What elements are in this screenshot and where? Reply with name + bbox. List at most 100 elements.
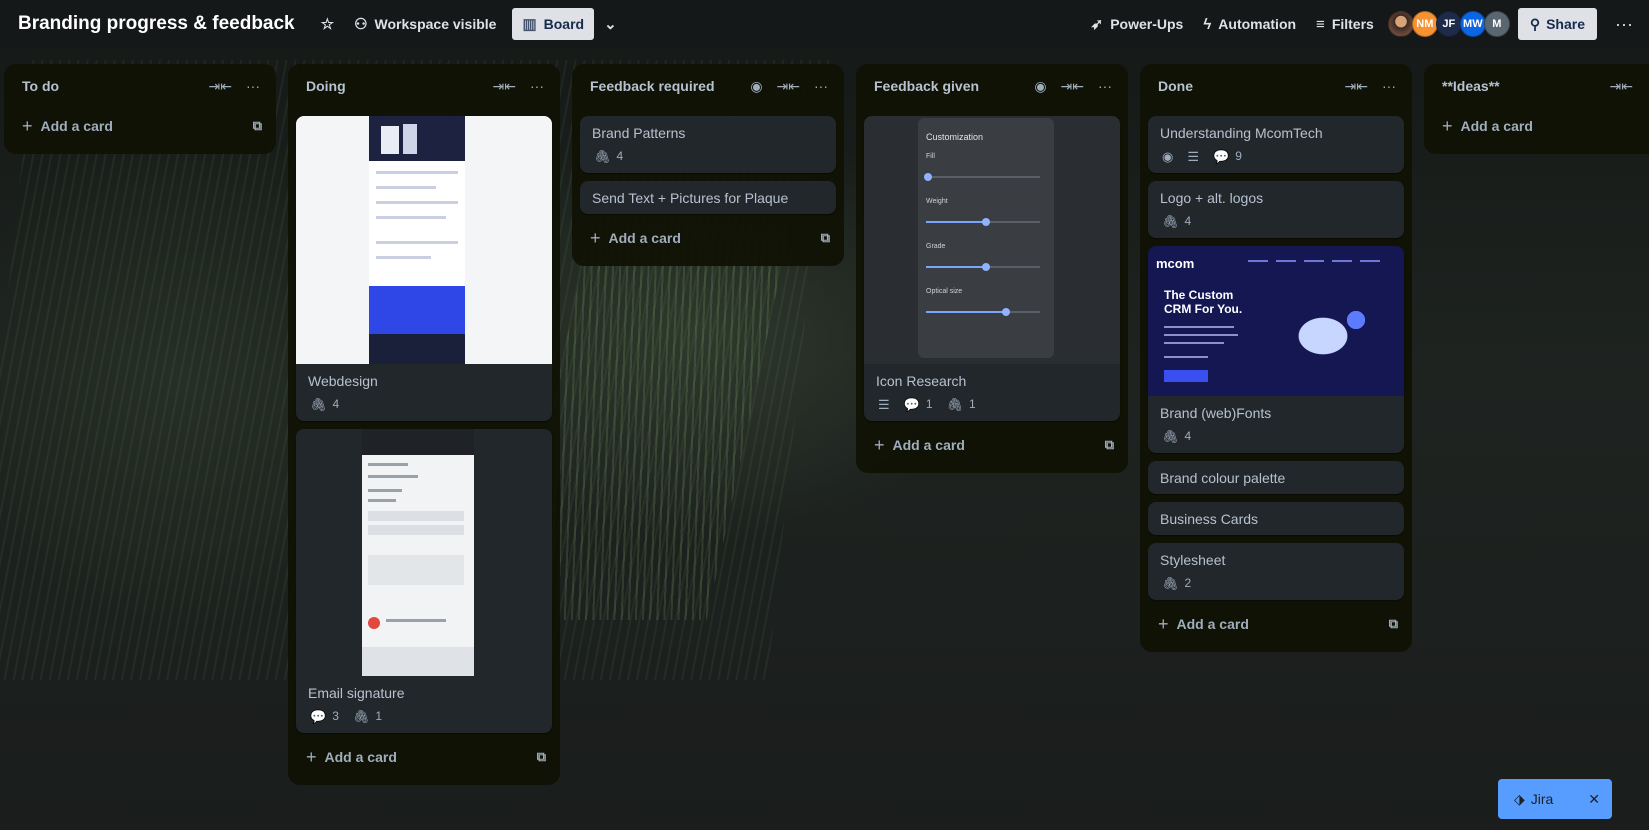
- list-title[interactable]: Feedback given: [874, 78, 1020, 94]
- more-icon[interactable]: ···: [1382, 79, 1396, 93]
- more-icon: ···: [1615, 13, 1633, 34]
- share-button[interactable]: ⚲ Share: [1517, 8, 1598, 40]
- card-brand-webfonts[interactable]: mcom The Custom CRM For You. Brand (web)…: [1148, 246, 1404, 453]
- attachments-badge: 🖇 1: [353, 709, 382, 723]
- card-email-signature[interactable]: Email signature 💬 3 🖇 1: [296, 429, 552, 733]
- list-title[interactable]: Doing: [306, 78, 479, 94]
- comments-badge: 💬 1: [904, 397, 933, 411]
- comment-icon: 💬: [310, 708, 327, 724]
- chevron-down-icon: ⌄: [604, 15, 617, 33]
- add-card-button[interactable]: + Add a card ⧉: [296, 739, 552, 775]
- add-card-button[interactable]: + Add a card ⧉: [864, 427, 1120, 463]
- cover-label: Weight: [926, 198, 948, 205]
- card-title: Email signature: [308, 685, 405, 701]
- more-icon[interactable]: ···: [246, 79, 260, 93]
- cover-headline: The Custom CRM For You.: [1164, 288, 1242, 316]
- list-title[interactable]: Done: [1158, 78, 1331, 94]
- close-icon[interactable]: ✕: [1588, 791, 1600, 808]
- card-title: Webdesign: [308, 373, 378, 389]
- attachments-count: 4: [1184, 429, 1192, 443]
- collapse-icon[interactable]: ⇥⇤: [493, 79, 516, 93]
- template-icon[interactable]: ⧉: [253, 118, 262, 134]
- attachments-badge: 🖇 4: [1162, 214, 1191, 228]
- card-understanding-mcomtech[interactable]: Understanding McomTech ◉ ☰ 💬 9: [1148, 116, 1404, 173]
- card-brand-colour-palette[interactable]: Brand colour palette: [1148, 461, 1404, 494]
- template-icon[interactable]: ⧉: [821, 230, 830, 246]
- board-view-button[interactable]: ▥ Board: [512, 8, 595, 40]
- card-cover-image: [296, 429, 552, 676]
- more-icon[interactable]: ···: [1098, 79, 1112, 93]
- visibility-button[interactable]: ⚇ Workspace visible: [344, 8, 506, 40]
- card-send-text-pictures[interactable]: Send Text + Pictures for Plaque: [580, 181, 836, 214]
- description-icon: ☰: [878, 396, 890, 412]
- paperclip-icon: 🖇: [1162, 213, 1179, 229]
- card-icon-research[interactable]: Customization Fill Weight Grade Optical …: [864, 116, 1120, 421]
- list-title[interactable]: Feedback required: [590, 78, 736, 94]
- list-doing: Doing ⇥⇤ ··· Webdesign 🖇 4 Email signatu…: [288, 64, 560, 785]
- card-cover-image: Customization Fill Weight Grade Optical …: [864, 116, 1120, 364]
- automation-label: Automation: [1218, 16, 1297, 32]
- add-card-button[interactable]: + Add a card: [1432, 108, 1641, 144]
- card-title: Send Text + Pictures for Plaque: [592, 190, 789, 206]
- card-title: Brand Patterns: [592, 125, 686, 141]
- attachments-count: 2: [1184, 576, 1192, 590]
- views-dropdown-button[interactable]: ⌄: [594, 8, 627, 40]
- avatar[interactable]: NM: [1411, 11, 1438, 37]
- list-to-do: To do ⇥⇤ ··· + Add a card ⧉: [4, 64, 276, 154]
- card-cover-image: [296, 116, 552, 364]
- filters-button[interactable]: ≡ Filters: [1306, 8, 1384, 40]
- avatar[interactable]: MW: [1459, 11, 1486, 37]
- card-webdesign[interactable]: Webdesign 🖇 4: [296, 116, 552, 421]
- list-title[interactable]: To do: [22, 78, 195, 94]
- paperclip-icon: 🖇: [1162, 428, 1179, 444]
- board-menu-button[interactable]: ···: [1609, 14, 1639, 35]
- eye-icon: ◉: [1162, 148, 1174, 164]
- comments-badge: 💬 9: [1213, 149, 1242, 163]
- avatar[interactable]: [1387, 11, 1414, 37]
- card-stylesheet[interactable]: Stylesheet 🖇 2: [1148, 543, 1404, 600]
- cover-label: Fill: [926, 153, 935, 160]
- list-title[interactable]: **Ideas**: [1442, 78, 1596, 94]
- card-business-cards[interactable]: Business Cards: [1148, 502, 1404, 535]
- add-card-label: Add a card: [1460, 118, 1533, 134]
- description-badge: ☰: [1187, 150, 1199, 163]
- template-icon[interactable]: ⧉: [537, 749, 546, 765]
- card-logo-alt-logos[interactable]: Logo + alt. logos 🖇 4: [1148, 181, 1404, 238]
- more-icon[interactable]: ···: [530, 79, 544, 93]
- card-title: Understanding McomTech: [1160, 125, 1323, 141]
- powerups-button[interactable]: ➶ Power-Ups: [1081, 8, 1194, 40]
- collapse-icon[interactable]: ⇥⇤: [1610, 79, 1633, 93]
- add-card-button[interactable]: + Add a card ⧉: [1148, 606, 1404, 642]
- template-icon[interactable]: ⧉: [1389, 616, 1398, 632]
- add-card-button[interactable]: + Add a card ⧉: [12, 108, 268, 144]
- automation-button[interactable]: ϟ Automation: [1193, 8, 1306, 40]
- plus-icon: +: [874, 434, 885, 455]
- more-icon[interactable]: ···: [814, 79, 828, 93]
- filters-label: Filters: [1331, 16, 1374, 32]
- template-icon[interactable]: ⧉: [1105, 437, 1114, 453]
- attachments-badge: 🖇 1: [947, 397, 976, 411]
- board-title[interactable]: Branding progress & feedback: [18, 13, 295, 35]
- comments-count: 1: [925, 397, 933, 411]
- list-feedback-required: Feedback required ◉ ⇥⇤ ··· Brand Pattern…: [572, 64, 844, 266]
- description-badge: ☰: [878, 398, 890, 411]
- plus-icon: +: [1158, 613, 1169, 634]
- avatar[interactable]: JF: [1435, 11, 1462, 37]
- card-brand-patterns[interactable]: Brand Patterns 🖇 4: [580, 116, 836, 173]
- collapse-icon[interactable]: ⇥⇤: [209, 79, 232, 93]
- cover-panel-title: Customization: [926, 132, 984, 142]
- collapse-icon[interactable]: ⇥⇤: [1345, 79, 1368, 93]
- avatar[interactable]: M: [1483, 11, 1510, 37]
- attachments-count: 1: [969, 397, 976, 411]
- list-done: Done ⇥⇤ ··· Understanding McomTech ◉ ☰ 💬…: [1140, 64, 1412, 652]
- attachments-count: 4: [332, 397, 340, 411]
- add-card-button[interactable]: + Add a card ⧉: [580, 220, 836, 256]
- collapse-icon[interactable]: ⇥⇤: [777, 79, 800, 93]
- card-title: Brand colour palette: [1160, 470, 1286, 486]
- comment-icon: 💬: [1213, 148, 1230, 164]
- jira-widget[interactable]: ⬗ Jira ✕: [1498, 779, 1612, 819]
- collapse-icon[interactable]: ⇥⇤: [1061, 79, 1084, 93]
- star-button[interactable]: ☆: [311, 8, 344, 40]
- card-title: Logo + alt. logos: [1160, 190, 1264, 206]
- paperclip-icon: 🖇: [352, 708, 370, 724]
